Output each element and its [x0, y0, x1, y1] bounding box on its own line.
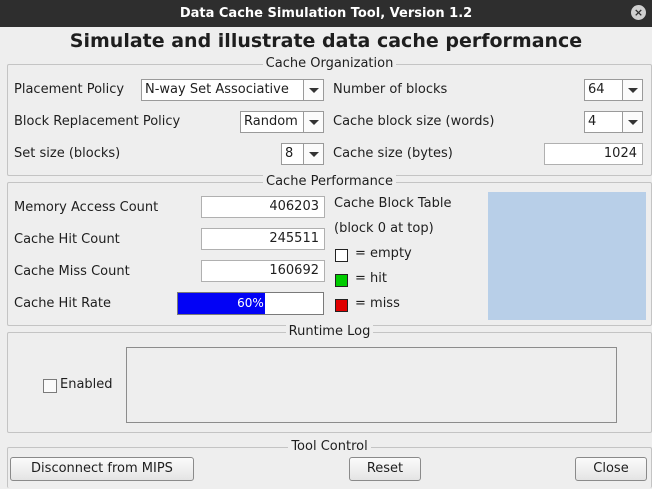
legend-hit: = hit [355, 271, 387, 286]
enabled-label[interactable]: Enabled [60, 377, 113, 392]
page-heading: Simulate and illustrate data cache perfo… [69, 30, 583, 52]
runtime-log-title: Runtime Log [285, 324, 374, 339]
reset-button[interactable]: Reset [349, 457, 421, 481]
chevron-down-icon[interactable] [622, 112, 642, 132]
chevron-down-icon[interactable] [303, 80, 323, 100]
miss-swatch-icon [335, 299, 348, 312]
cache-hit-rate-label: Cache Hit Rate [14, 296, 111, 311]
memory-access-field: 406203 [201, 196, 325, 218]
legend-miss: = miss [355, 296, 400, 311]
number-of-blocks-value: 64 [588, 82, 605, 97]
window-title: Data Cache Simulation Tool, Version 1.2 [179, 6, 473, 21]
cache-block-table [488, 192, 646, 320]
cache-size-label: Cache size (bytes) [333, 146, 453, 161]
tool-control-title: Tool Control [288, 439, 371, 454]
legend-empty: = empty [355, 246, 412, 261]
block-size-value: 4 [588, 114, 597, 129]
runtime-log-textarea[interactable] [126, 347, 617, 423]
replacement-policy-select[interactable]: Random [240, 111, 324, 133]
block-table-title: Cache Block Table [334, 196, 452, 211]
cache-miss-field: 160692 [201, 260, 325, 282]
cache-size-field: 1024 [544, 143, 643, 165]
memory-access-label: Memory Access Count [14, 200, 159, 215]
disconnect-button[interactable]: Disconnect from MIPS [10, 457, 194, 481]
cache-hit-field: 245511 [201, 228, 325, 250]
cache-miss-label: Cache Miss Count [14, 264, 130, 279]
cache-performance-title: Cache Performance [263, 174, 396, 189]
empty-swatch-icon [335, 249, 348, 262]
close-window-icon[interactable]: × [631, 5, 646, 20]
set-size-label: Set size (blocks) [14, 146, 121, 161]
hit-swatch-icon [335, 274, 348, 287]
cache-organization-title: Cache Organization [262, 56, 397, 71]
block-size-label: Cache block size (words) [333, 114, 495, 129]
enabled-checkbox[interactable] [43, 379, 57, 393]
set-size-value: 8 [285, 146, 294, 161]
number-of-blocks-label: Number of blocks [333, 82, 448, 97]
number-of-blocks-select[interactable]: 64 [584, 79, 643, 101]
chevron-down-icon[interactable] [303, 112, 323, 132]
cache-hit-rate-bar: 60% [177, 292, 324, 315]
placement-policy-select[interactable]: N-way Set Associative [141, 79, 324, 101]
block-table-subtitle: (block 0 at top) [334, 221, 434, 236]
placement-policy-label: Placement Policy [14, 82, 125, 97]
placement-policy-value: N-way Set Associative [145, 82, 289, 97]
title-bar: Data Cache Simulation Tool, Version 1.2 … [0, 0, 652, 27]
replacement-policy-label: Block Replacement Policy [14, 114, 181, 129]
chevron-down-icon[interactable] [303, 144, 323, 164]
close-button[interactable]: Close [575, 457, 647, 481]
replacement-policy-value: Random [244, 114, 298, 129]
set-size-select[interactable]: 8 [281, 143, 324, 165]
chevron-down-icon[interactable] [622, 80, 642, 100]
cache-hit-label: Cache Hit Count [14, 232, 120, 247]
hit-rate-text: 60% [237, 296, 264, 310]
block-size-select[interactable]: 4 [584, 111, 643, 133]
